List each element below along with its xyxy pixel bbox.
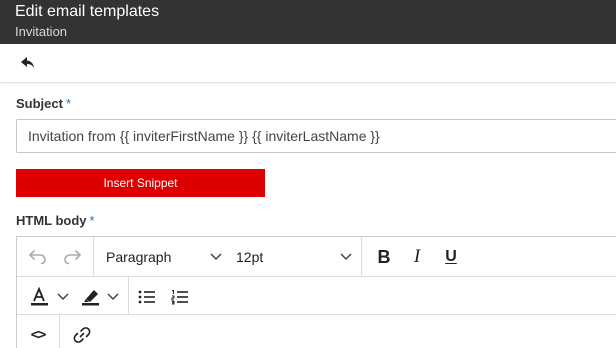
insert-link-button[interactable] <box>69 323 95 347</box>
italic-button[interactable]: I <box>404 245 430 269</box>
editor-toolbar-row-1: Paragraph 12pt B I U <box>17 237 616 277</box>
insert-snippet-button[interactable]: Insert Snippet <box>16 169 265 197</box>
redo-button[interactable] <box>59 245 85 269</box>
editor-toolbar-row-3: <> <box>17 315 616 348</box>
underline-button[interactable]: U <box>438 245 464 269</box>
bullet-list-icon <box>138 290 155 304</box>
required-marker: * <box>65 96 72 111</box>
undo-button[interactable] <box>25 245 51 269</box>
chevron-down-icon <box>210 253 222 261</box>
underline-icon: U <box>445 248 457 265</box>
back-arrow-icon <box>21 57 34 68</box>
page-title: Edit email templates <box>15 3 160 20</box>
subject-input-value: Invitation from {{ inviterFirstName }} {… <box>28 128 380 144</box>
text-color-icon <box>31 287 48 306</box>
block-format-value: Paragraph <box>106 249 172 265</box>
redo-icon <box>64 250 81 265</box>
block-format-dropdown[interactable]: Paragraph <box>106 237 222 277</box>
text-color-button[interactable] <box>25 285 73 309</box>
chevron-down-icon <box>340 253 352 261</box>
toolbar-divider <box>93 237 94 276</box>
subject-label-text: Subject <box>16 96 63 111</box>
rich-text-editor: Paragraph 12pt B I U <> <box>16 236 616 348</box>
numbered-list-button[interactable] <box>167 285 193 309</box>
toolbar-divider <box>361 237 362 276</box>
editor-toolbar-row-2 <box>17 277 616 315</box>
numbered-list-icon <box>171 290 188 305</box>
subject-input[interactable]: Invitation from {{ inviterFirstName }} {… <box>16 119 616 153</box>
html-body-label-text: HTML body <box>16 213 87 228</box>
link-icon <box>73 327 91 343</box>
subject-label: Subject * <box>16 96 71 111</box>
undo-icon <box>29 250 46 265</box>
page-subtitle: Invitation <box>15 24 68 39</box>
html-body-label: HTML body * <box>16 213 95 228</box>
bold-button[interactable]: B <box>371 245 397 269</box>
highlight-color-button[interactable] <box>77 285 121 309</box>
toolbar-divider <box>128 277 129 314</box>
font-size-value: 12pt <box>236 249 264 265</box>
chevron-down-icon <box>57 293 69 301</box>
page-header: Edit email templates Invitation <box>0 0 616 44</box>
toolbar-divider <box>59 315 60 348</box>
bullet-list-button[interactable] <box>134 285 160 309</box>
back-button[interactable] <box>16 53 40 73</box>
bold-icon: B <box>377 246 391 267</box>
chevron-down-icon <box>106 293 119 301</box>
required-marker: * <box>89 213 95 228</box>
italic-icon: I <box>413 246 421 267</box>
action-toolbar <box>0 44 616 82</box>
source-code-icon: <> <box>30 327 47 343</box>
highlight-icon <box>81 290 99 306</box>
source-code-button[interactable]: <> <box>25 323 51 347</box>
font-size-dropdown[interactable]: 12pt <box>236 237 352 277</box>
